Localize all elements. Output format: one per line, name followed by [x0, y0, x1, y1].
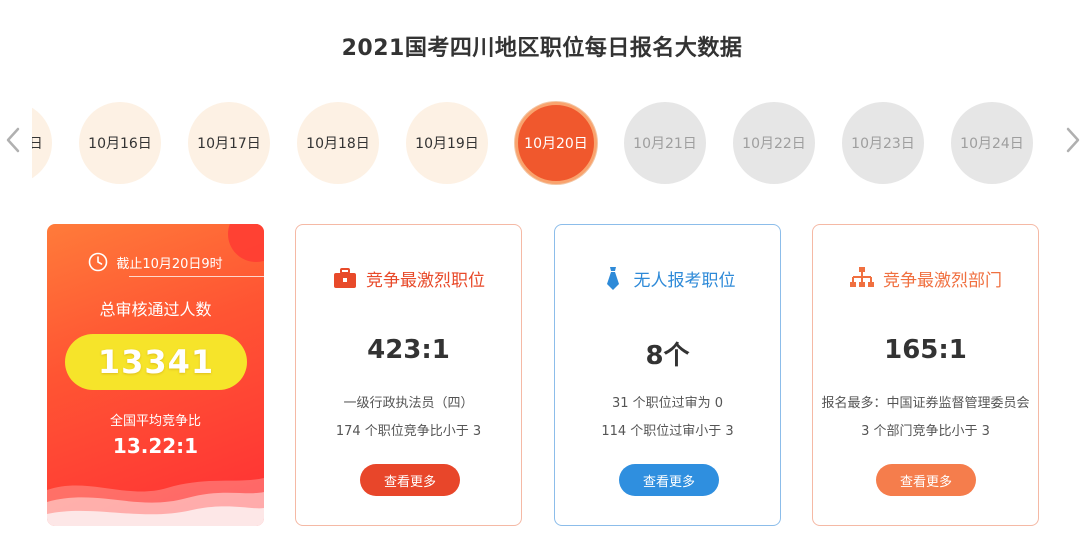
- date-item[interactable]: 10月15日: [32, 102, 52, 184]
- total-approved-label: 总审核通过人数: [99, 300, 212, 319]
- position-name: 一级行政执法员（四）: [343, 396, 474, 411]
- page-title: 2021国考四川地区职位每日报名大数据: [341, 36, 743, 61]
- department-competition-ratio: 165:1: [884, 335, 967, 365]
- chevron-right-icon[interactable]: [1062, 125, 1084, 155]
- national-avg-value: 13.22:1: [112, 434, 199, 458]
- total-approved-count: 13341: [65, 334, 247, 390]
- date-item[interactable]: 10月16日: [79, 102, 161, 184]
- view-more-button[interactable]: 查看更多: [619, 464, 719, 496]
- no-applicant-count: 8个: [645, 341, 690, 371]
- wave-decoration: [47, 478, 264, 526]
- briefcase-icon: [334, 268, 356, 288]
- zero-approved-count: 31 个职位过审为 0: [611, 396, 724, 411]
- chevron-left-icon[interactable]: [2, 125, 24, 155]
- date-item[interactable]: 10月24日: [951, 102, 1033, 184]
- national-avg-label: 全国平均竞争比: [109, 414, 201, 429]
- date-item[interactable]: 10月18日: [297, 102, 379, 184]
- no-applicant-position-card: 无人报考职位 8个 31 个职位过审为 0 114 个职位过审小于 3 查看更多: [554, 224, 781, 526]
- cutoff-time-text: 截止10月20日9时: [116, 256, 223, 272]
- low-ratio-count: 174 个职位竞争比小于 3: [335, 424, 482, 439]
- total-summary-card: 截止10月20日9时 总审核通过人数 13341 全国平均竞争比 13.22:1: [47, 224, 264, 526]
- low-ratio-department-count: 3 个部门竞争比小于 3: [861, 424, 990, 439]
- date-item[interactable]: 10月23日: [842, 102, 924, 184]
- under-three-approved-count: 114 个职位过审小于 3: [601, 424, 734, 439]
- view-more-button[interactable]: 查看更多: [876, 464, 976, 496]
- competition-ratio: 423:1: [367, 335, 450, 365]
- card-heading-text: 竞争最激烈部门: [883, 270, 1002, 291]
- date-item[interactable]: 10月17日: [188, 102, 270, 184]
- most-competitive-position-card: 竞争最激烈职位 423:1 一级行政执法员（四） 174 个职位竞争比小于 3 …: [295, 224, 522, 526]
- date-carousel: 10月15日 10月16日 10月17日 10月18日 10月19日 10月20…: [32, 101, 1044, 185]
- most-applied-department: 报名最多：中国证券监督管理委员会: [821, 396, 1030, 411]
- divider: [129, 276, 264, 277]
- date-item[interactable]: 10月19日: [406, 102, 488, 184]
- card-heading-text: 竞争最激烈职位: [366, 270, 485, 291]
- cutoff-time: 截止10月20日9时: [47, 252, 264, 272]
- date-item[interactable]: 10月21日: [624, 102, 706, 184]
- date-item-active[interactable]: 10月20日: [515, 102, 597, 184]
- clock-icon: [89, 252, 108, 272]
- org-chart-icon: [850, 267, 874, 287]
- tie-icon: [606, 267, 619, 290]
- card-heading: 无人报考职位: [555, 265, 780, 291]
- card-heading: 竞争最激烈职位: [296, 265, 521, 291]
- card-heading: 竞争最激烈部门: [813, 265, 1038, 291]
- view-more-button[interactable]: 查看更多: [360, 464, 460, 496]
- card-heading-text: 无人报考职位: [633, 270, 736, 291]
- most-competitive-department-card: 竞争最激烈部门 165:1 报名最多：中国证券监督管理委员会 3 个部门竞争比小…: [812, 224, 1039, 526]
- date-item[interactable]: 10月22日: [733, 102, 815, 184]
